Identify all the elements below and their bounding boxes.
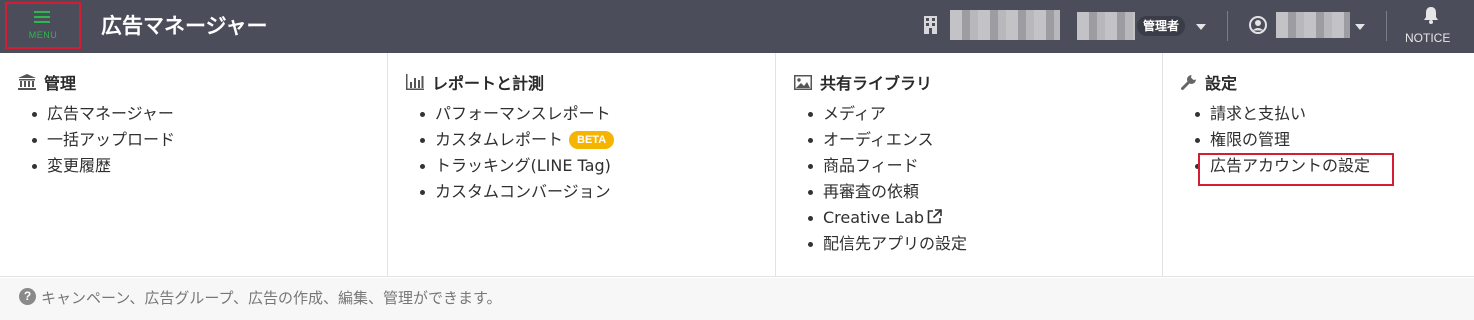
column-title: 管理 [44,74,77,93]
menu-item-creative-lab[interactable]: Creative Lab [804,205,1162,231]
menu-item-label: カスタムレポート [435,130,564,149]
account-id-redacted[interactable] [1077,12,1135,40]
menu-item-performance-report[interactable]: パフォーマンスレポート [416,101,774,127]
wrench-icon [1181,75,1196,90]
column-shared-library: 共有ライブラリ メディア オーディエンス 商品フィード 再審査の依頼 Creat… [775,53,1162,277]
menu-item-media[interactable]: メディア [804,101,1162,127]
account-name-redacted[interactable] [950,10,1060,40]
hamburger-icon [34,11,50,23]
menu-item-billing[interactable]: 請求と支払い [1191,101,1474,127]
column-reports: レポートと計測 パフォーマンスレポート カスタムレポート BETA トラッキング(… [387,53,774,277]
menu-label: MENU [28,30,58,40]
menu-item-bulk-upload[interactable]: 一括アップロード [28,127,387,153]
user-avatar-icon[interactable] [1249,16,1267,34]
external-link-icon [927,209,942,224]
header-divider [1227,11,1228,41]
column-header: 共有ライブラリ [794,71,1162,93]
building-icon [924,16,937,34]
column-title: 共有ライブラリ [820,74,933,93]
image-icon [794,74,812,90]
bank-icon [18,74,36,90]
column-title: 設定 [1205,74,1238,93]
footer-description: キャンペーン、広告グループ、広告の作成、編集、管理ができます。 [41,289,502,307]
user-name-redacted[interactable] [1276,12,1350,38]
menu-item-ads-manager[interactable]: 広告マネージャー [28,101,387,127]
help-icon: ? [19,288,36,305]
top-header: MENU 広告マネージャー 管理者 NOTICE [0,0,1474,53]
bell-icon[interactable] [1422,6,1440,24]
notice-label[interactable]: NOTICE [1405,31,1450,45]
beta-badge: BETA [569,131,615,149]
column-header: レポートと計測 [406,71,774,93]
column-header: 設定 [1181,71,1474,93]
menu-button[interactable]: MENU [5,2,81,49]
menu-item-placement-app-settings[interactable]: 配信先アプリの設定 [804,231,1162,257]
menu-item-ad-account-settings[interactable]: 広告アカウントの設定 [1191,153,1474,179]
menu-item-product-feed[interactable]: 商品フィード [804,153,1162,179]
menu-item-permissions[interactable]: 権限の管理 [1191,127,1474,153]
menu-item-custom-report[interactable]: カスタムレポート BETA [416,127,774,153]
menu-item-rereview-request[interactable]: 再審査の依頼 [804,179,1162,205]
column-settings: 設定 請求と支払い 権限の管理 広告アカウントの設定 [1162,53,1474,277]
role-badge: 管理者 [1137,16,1186,36]
menu-item-label: Creative Lab [823,208,925,227]
header-divider [1386,11,1387,41]
column-management: 管理 広告マネージャー 一括アップロード 変更履歴 [0,53,387,277]
account-dropdown-icon[interactable] [1196,24,1206,30]
user-dropdown-icon[interactable] [1355,24,1365,30]
menu-item-custom-conversion[interactable]: カスタムコンバージョン [416,179,774,205]
menu-item-audience[interactable]: オーディエンス [804,127,1162,153]
menu-item-change-history[interactable]: 変更履歴 [28,153,387,179]
menu-item-tracking[interactable]: トラッキング(LINE Tag) [416,153,774,179]
bar-chart-icon [406,74,424,90]
column-header: 管理 [18,71,387,93]
menu-panel: 管理 広告マネージャー 一括アップロード 変更履歴 レポートと計測 パフォーマン… [0,53,1474,277]
column-title: レポートと計測 [432,74,545,93]
app-title: 広告マネージャー [101,14,268,38]
footer-bar: ? キャンペーン、広告グループ、広告の作成、編集、管理ができます。 [0,278,1474,320]
